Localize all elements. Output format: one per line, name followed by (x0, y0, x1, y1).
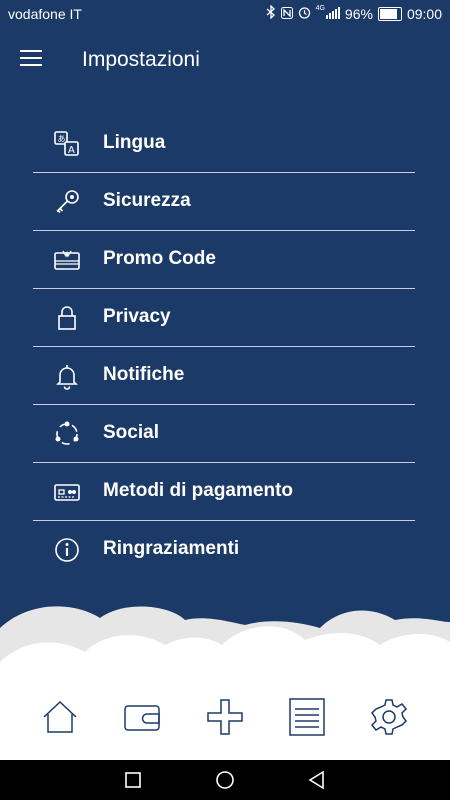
app-header: Impostazioni (0, 28, 450, 92)
settings-item-label: Social (103, 422, 159, 443)
carrier-label: vodafone IT (8, 6, 82, 22)
svg-text:A: A (68, 145, 75, 156)
bluetooth-icon (266, 4, 276, 22)
lock-icon (53, 304, 81, 332)
alarm-icon (298, 6, 311, 22)
settings-item-label: Notifiche (103, 364, 185, 385)
settings-item-social[interactable]: Social (33, 405, 415, 463)
settings-item-label: Promo Code (103, 248, 216, 269)
settings-item-label: Lingua (103, 132, 166, 153)
settings-item-promo-code[interactable]: Promo Code (33, 231, 415, 289)
settings-item-label: Ringraziamenti (103, 538, 240, 559)
bottom-navigation (0, 675, 450, 760)
settings-item-sicurezza[interactable]: Sicurezza (33, 173, 415, 231)
battery-icon (377, 6, 402, 21)
settings-item-metodi-pagamento[interactable]: Metodi di pagamento (33, 463, 415, 521)
plus-icon[interactable] (205, 697, 245, 737)
settings-item-label: Sicurezza (103, 190, 191, 211)
settings-item-privacy[interactable]: Privacy (33, 289, 415, 347)
home-button-icon[interactable] (215, 770, 235, 790)
info-icon (53, 536, 81, 564)
settings-item-ringraziamenti[interactable]: Ringraziamenti (33, 521, 415, 578)
recent-apps-icon[interactable] (123, 770, 143, 790)
network-type: 4G (315, 5, 325, 12)
wallet-icon[interactable] (122, 697, 162, 737)
svg-text:あ: あ (58, 135, 66, 144)
bell-icon (53, 362, 81, 390)
settings-list: あA Lingua Sicurezza Promo Code Privacy N… (33, 115, 415, 578)
settings-item-notifiche[interactable]: Notifiche (33, 347, 415, 405)
settings-item-label: Metodi di pagamento (103, 480, 293, 501)
settings-item-lingua[interactable]: あA Lingua (33, 115, 415, 173)
hamburger-menu-icon[interactable] (20, 50, 42, 68)
key-icon (53, 188, 81, 216)
battery-percent: 96% (344, 5, 373, 22)
back-icon[interactable] (307, 770, 327, 790)
page-title: Impostazioni (82, 48, 200, 71)
status-icons: 4G 96% 09:00 (266, 4, 442, 22)
list-icon[interactable] (287, 697, 327, 737)
nfc-icon (280, 6, 293, 22)
clock: 09:00 (406, 5, 442, 22)
system-navigation-bar (0, 760, 450, 800)
settings-item-label: Privacy (103, 306, 171, 327)
credit-card-icon (53, 478, 81, 506)
home-icon[interactable] (40, 697, 80, 737)
language-icon: あA (53, 130, 81, 158)
gift-card-icon (53, 246, 81, 274)
signal-icon (325, 6, 340, 22)
share-icon (53, 420, 81, 448)
gear-icon[interactable] (369, 697, 409, 737)
status-bar: vodafone IT 4G 96% 09:00 (0, 0, 450, 28)
